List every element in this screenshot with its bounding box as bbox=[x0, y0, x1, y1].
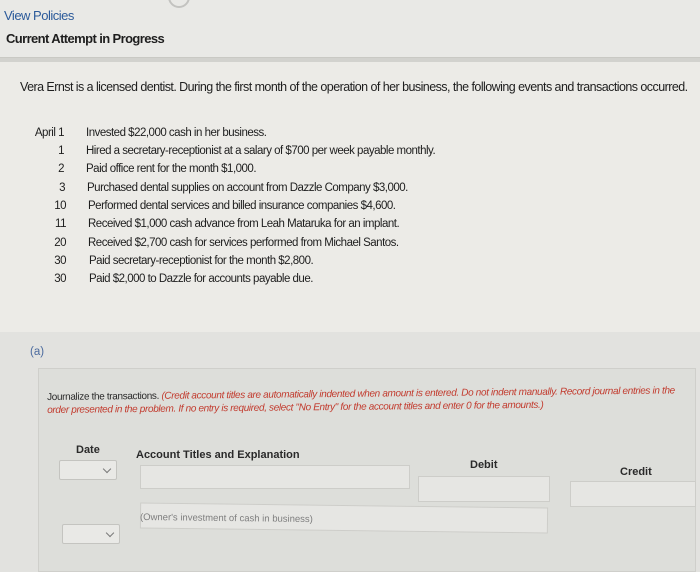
credit-input[interactable] bbox=[570, 481, 696, 507]
instructions-text: Journalize the transactions. bbox=[47, 390, 160, 403]
transaction-description: Purchased dental supplies on account fro… bbox=[87, 182, 408, 194]
transaction-date: 20 bbox=[54, 237, 66, 249]
transaction-date: 30 bbox=[54, 273, 66, 285]
transaction-description: Performed dental services and billed ins… bbox=[88, 200, 396, 212]
attempt-status: Current Attempt in Progress bbox=[6, 31, 165, 46]
chevron-down-icon bbox=[105, 528, 115, 538]
transaction-description: Paid $2,000 to Dazzle for accounts payab… bbox=[89, 273, 313, 285]
chevron-down-icon bbox=[102, 464, 112, 474]
transaction-description: Paid office rent for the month $1,000. bbox=[86, 163, 257, 175]
transaction-description: Invested $22,000 cash in her business. bbox=[86, 127, 267, 139]
transaction-description: Hired a secretary-receptionist at a sala… bbox=[86, 145, 436, 157]
date-select[interactable] bbox=[59, 460, 117, 480]
top-bar bbox=[0, 0, 700, 58]
transaction-date: 1 bbox=[58, 145, 64, 157]
transaction-description: Received $2,700 cash for services perfor… bbox=[88, 237, 399, 249]
transaction-date: 30 bbox=[54, 255, 66, 267]
account-column-header: Account Titles and Explanation bbox=[136, 449, 300, 461]
transaction-date: 11 bbox=[55, 218, 66, 230]
transaction-date: 3 bbox=[59, 182, 65, 194]
transaction-description: Paid secretary-receptionist for the mont… bbox=[89, 255, 314, 267]
debit-column-header: Debit bbox=[470, 459, 498, 471]
part-label: (a) bbox=[30, 346, 45, 358]
transaction-date: 2 bbox=[58, 163, 64, 175]
debit-input[interactable] bbox=[418, 476, 550, 502]
transaction-description: Received $1,000 cash advance from Leah M… bbox=[88, 218, 400, 230]
view-policies-link[interactable]: View Policies bbox=[4, 8, 74, 23]
problem-panel bbox=[0, 62, 700, 332]
problem-intro: Vera Ernst is a licensed dentist. During… bbox=[20, 80, 688, 94]
date-column-header: Date bbox=[76, 444, 100, 456]
credit-column-header: Credit bbox=[620, 466, 652, 478]
account-title-input[interactable] bbox=[140, 465, 410, 489]
transaction-date: April 1 bbox=[34, 127, 65, 139]
date-select[interactable] bbox=[62, 524, 120, 544]
transaction-date: 10 bbox=[54, 200, 66, 212]
explanation-text: (Owner's investment of cash in business) bbox=[139, 511, 313, 526]
